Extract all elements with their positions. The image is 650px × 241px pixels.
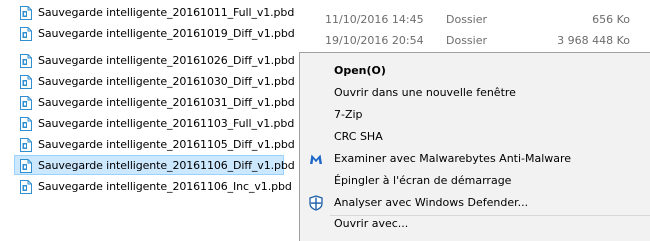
- file-name: Sauvegarde intelligente_20161011_Full_v1…: [38, 6, 295, 19]
- menu-item-malwarebytes[interactable]: Examiner avec Malwarebytes Anti-Malware: [300, 148, 650, 170]
- file-size: 656 Ko: [592, 13, 630, 26]
- menu-item-label: CRC SHA: [334, 130, 383, 143]
- menu-item-label: 7-Zip: [334, 108, 363, 121]
- menu-item-open-with[interactable]: Ouvrir avec...: [300, 213, 650, 235]
- file-row[interactable]: Sauvegarde intelligente_20161106_Inc_v1.…: [14, 176, 292, 196]
- menu-item-open-new-window[interactable]: Ouvrir dans une nouvelle fenêtre: [300, 82, 650, 104]
- file-name: Sauvegarde intelligente_20161106_Diff_v1…: [38, 159, 295, 172]
- menu-item-pin-start[interactable]: Épingler à l'écran de démarrage: [300, 170, 650, 192]
- malwarebytes-icon: [310, 154, 322, 164]
- menu-item-label: Épingler à l'écran de démarrage: [334, 174, 512, 187]
- file-row[interactable]: Sauvegarde intelligente_20161030_Diff_v1…: [14, 71, 295, 91]
- file-name: Sauvegarde intelligente_20161031_Diff_v1…: [38, 96, 295, 109]
- pbd-file-icon: [20, 180, 32, 194]
- file-type: Dossier: [446, 13, 488, 26]
- file-row[interactable]: Sauvegarde intelligente_20161103_Full_v1…: [14, 113, 294, 133]
- pbd-file-icon: [20, 75, 32, 89]
- file-row-selected[interactable]: Sauvegarde intelligente_20161106_Diff_v1…: [14, 155, 295, 175]
- file-name: Sauvegarde intelligente_20161019_Diff_v1…: [38, 27, 295, 40]
- file-name: Sauvegarde intelligente_20161030_Diff_v1…: [38, 75, 295, 88]
- windows-defender-icon: [309, 195, 323, 211]
- pbd-file-icon: [20, 27, 32, 41]
- pbd-file-icon: [20, 159, 32, 173]
- file-date: 11/10/2016 14:45: [325, 13, 424, 26]
- file-name: Sauvegarde intelligente_20161106_Inc_v1.…: [38, 180, 292, 193]
- file-row[interactable]: Sauvegarde intelligente_20161031_Diff_v1…: [14, 92, 295, 112]
- file-type: Dossier: [446, 34, 488, 47]
- menu-item-crc-sha[interactable]: CRC SHA: [300, 126, 650, 148]
- pbd-file-icon: [20, 117, 32, 131]
- menu-item-label: Ouvrir avec...: [334, 217, 409, 230]
- pbd-file-icon: [20, 138, 32, 152]
- file-name: Sauvegarde intelligente_20161026_Diff_v1…: [38, 54, 295, 67]
- file-date: 19/10/2016 20:54: [325, 34, 424, 47]
- file-name: Sauvegarde intelligente_20161105_Diff_v1…: [38, 138, 295, 151]
- pbd-file-icon: [20, 96, 32, 110]
- context-menu: Open(O) Ouvrir dans une nouvelle fenêtre…: [299, 52, 650, 241]
- menu-item-open[interactable]: Open(O): [300, 60, 650, 82]
- file-name: Sauvegarde intelligente_20161103_Full_v1…: [38, 117, 295, 130]
- file-row[interactable]: Sauvegarde intelligente_20161105_Diff_v1…: [14, 134, 295, 154]
- file-row[interactable]: Sauvegarde intelligente_20161019_Diff_v1…: [14, 23, 295, 43]
- pbd-file-icon: [20, 6, 32, 20]
- pbd-file-icon: [20, 54, 32, 68]
- menu-item-label: Analyser avec Windows Defender...: [334, 196, 529, 209]
- menu-item-label: Examiner avec Malwarebytes Anti-Malware: [334, 152, 572, 165]
- menu-item-label: Ouvrir dans une nouvelle fenêtre: [334, 86, 516, 99]
- menu-item-label: Open(O): [334, 64, 386, 77]
- menu-item-windows-defender[interactable]: Analyser avec Windows Defender...: [300, 192, 650, 214]
- menu-item-7zip[interactable]: 7-Zip: [300, 104, 650, 126]
- file-row[interactable]: Sauvegarde intelligente_20161011_Full_v1…: [14, 2, 294, 22]
- file-row[interactable]: Sauvegarde intelligente_20161026_Diff_v1…: [14, 50, 295, 70]
- file-size: 3 968 448 Ko: [557, 34, 630, 47]
